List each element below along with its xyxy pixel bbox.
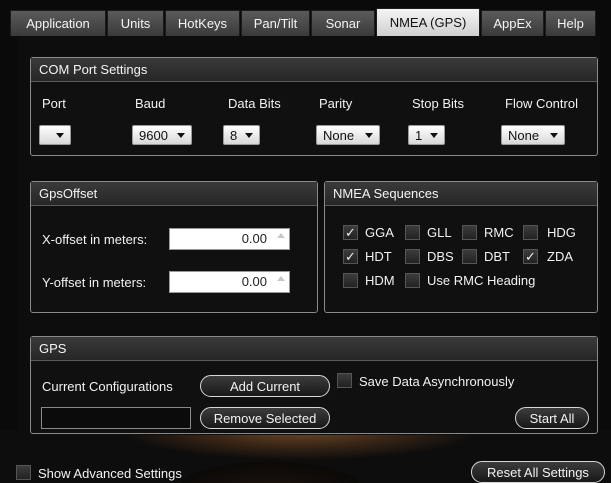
- x-offset-label: X-offset in meters:: [42, 232, 148, 247]
- use-rmc-heading-label: Use RMC Heading: [427, 273, 536, 288]
- flow-control-label: Flow Control: [505, 96, 578, 111]
- use-rmc-heading-checkbox[interactable]: [405, 273, 420, 288]
- chevron-down-icon: [177, 133, 185, 138]
- gps-offset-group: GpsOffset X-offset in meters: 0.00 Y-off…: [30, 181, 318, 313]
- data-bits-label: Data Bits: [228, 96, 281, 111]
- port-label: Port: [42, 96, 66, 111]
- tab-sonar[interactable]: Sonar: [311, 10, 375, 36]
- dbs-label: DBS: [427, 249, 454, 264]
- tab-pan-tilt[interactable]: Pan/Tilt: [241, 10, 310, 36]
- gps-group: GPS Current Configurations Add Current R…: [30, 336, 598, 434]
- hdm-checkbox[interactable]: [343, 273, 358, 288]
- start-all-button[interactable]: Start All: [515, 407, 589, 429]
- tab-appex[interactable]: AppEx: [481, 10, 544, 36]
- parity-label: Parity: [319, 96, 353, 111]
- stop-bits-value: 1: [415, 127, 423, 143]
- parity-select[interactable]: None: [316, 125, 380, 145]
- add-current-button[interactable]: Add Current: [200, 375, 330, 397]
- stop-bits-label: Stop Bits: [412, 96, 465, 111]
- spin-up-icon[interactable]: [277, 276, 285, 281]
- y-offset-value: 0.00: [241, 274, 267, 289]
- chevron-down-icon: [430, 133, 438, 138]
- hdg-label: HDG: [547, 225, 576, 240]
- stop-bits-select[interactable]: 1: [408, 125, 445, 145]
- tab-units[interactable]: Units: [107, 10, 164, 36]
- save-async-checkbox[interactable]: [337, 373, 352, 388]
- tab-bar: Application Units HotKeys Pan/Tilt Sonar…: [10, 8, 600, 36]
- dbt-checkbox[interactable]: [462, 249, 477, 264]
- gga-label: GGA: [365, 225, 394, 240]
- nmea-sequences-group: NMEA Sequences ✓ GGA GLL RMC HDG ✓ HDT D…: [324, 181, 598, 313]
- gps-title: GPS: [31, 337, 597, 361]
- data-bits-value: 8: [230, 127, 238, 143]
- zda-label: ZDA: [547, 249, 573, 264]
- save-async-label: Save Data Asynchronously: [359, 374, 515, 389]
- flow-control-select[interactable]: None: [501, 125, 565, 145]
- tab-nmea-gps[interactable]: NMEA (GPS): [376, 8, 480, 36]
- x-offset-value: 0.00: [241, 231, 267, 246]
- tab-application[interactable]: Application: [10, 10, 106, 36]
- gll-checkbox[interactable]: [405, 225, 420, 240]
- gga-checkbox[interactable]: ✓: [343, 225, 358, 240]
- hdt-label: HDT: [365, 249, 392, 264]
- chevron-down-icon: [56, 133, 64, 138]
- chevron-down-icon: [550, 133, 558, 138]
- current-configurations-list[interactable]: [41, 407, 191, 429]
- remove-selected-button[interactable]: Remove Selected: [200, 407, 330, 429]
- chevron-down-icon: [365, 133, 373, 138]
- baud-select[interactable]: 9600: [132, 125, 192, 145]
- zda-checkbox[interactable]: ✓: [523, 249, 538, 264]
- com-port-settings-title: COM Port Settings: [31, 58, 597, 82]
- spin-up-icon[interactable]: [277, 233, 285, 238]
- hdm-label: HDM: [365, 273, 395, 288]
- tab-help[interactable]: Help: [545, 10, 596, 36]
- rmc-checkbox[interactable]: [462, 225, 477, 240]
- chevron-down-icon: [245, 133, 253, 138]
- current-configurations-label: Current Configurations: [42, 379, 173, 394]
- gps-offset-title: GpsOffset: [31, 182, 317, 206]
- rmc-label: RMC: [484, 225, 514, 240]
- parity-value: None: [323, 127, 355, 143]
- hdg-checkbox[interactable]: [523, 225, 538, 240]
- x-offset-input[interactable]: 0.00: [169, 228, 290, 250]
- baud-value: 9600: [139, 127, 168, 143]
- dbt-label: DBT: [484, 249, 510, 264]
- com-port-settings-group: COM Port Settings Port Baud Data Bits Pa…: [30, 57, 598, 156]
- y-offset-input[interactable]: 0.00: [169, 271, 290, 293]
- show-advanced-checkbox[interactable]: [16, 465, 31, 480]
- gll-label: GLL: [427, 225, 452, 240]
- reset-all-settings-button[interactable]: Reset All Settings: [471, 461, 605, 483]
- hdt-checkbox[interactable]: ✓: [343, 249, 358, 264]
- data-bits-select[interactable]: 8: [223, 125, 260, 145]
- settings-panel: COM Port Settings Port Baud Data Bits Pa…: [18, 36, 600, 435]
- nmea-sequences-title: NMEA Sequences: [325, 182, 597, 206]
- y-offset-label: Y-offset in meters:: [42, 275, 147, 290]
- flow-control-value: None: [508, 127, 540, 143]
- port-select[interactable]: [39, 125, 71, 145]
- show-advanced-label: Show Advanced Settings: [38, 466, 182, 481]
- dbs-checkbox[interactable]: [405, 249, 420, 264]
- tab-hotkeys[interactable]: HotKeys: [165, 10, 240, 36]
- baud-label: Baud: [135, 96, 166, 111]
